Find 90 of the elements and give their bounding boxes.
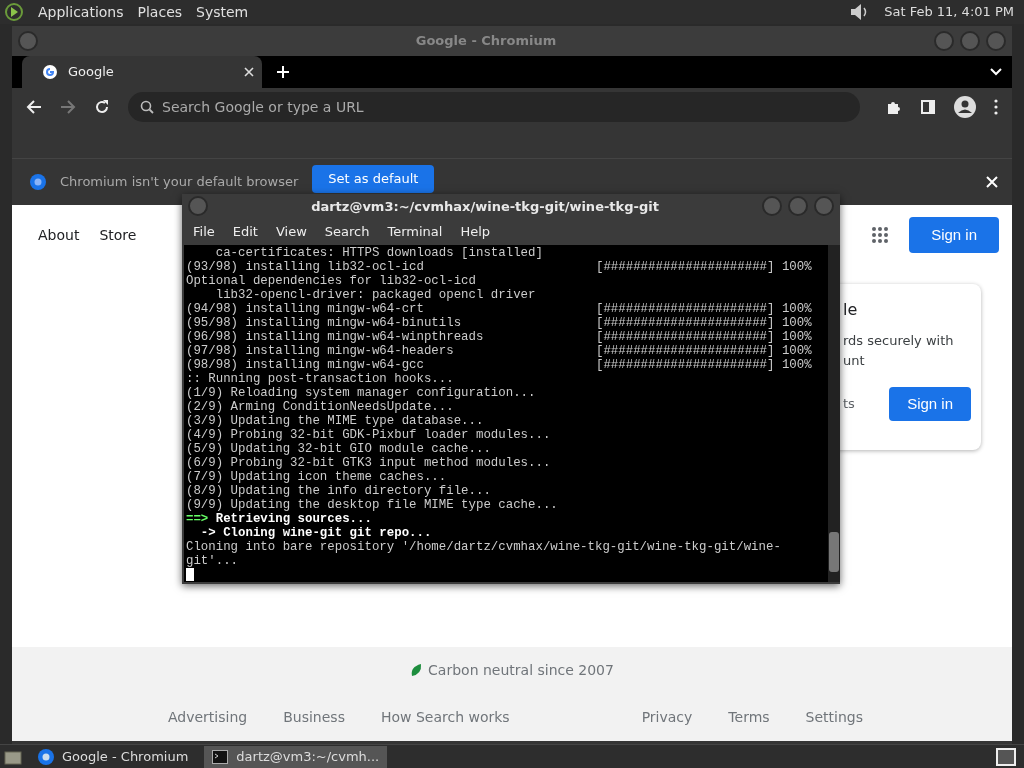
- terminal-line: (6/9) Probing 32-bit GTK3 input method modules...: [186, 456, 551, 470]
- google-icon: [42, 63, 58, 80]
- scrollbar[interactable]: [828, 245, 840, 582]
- progress-text: [######################]: [596, 358, 775, 372]
- forward-icon[interactable]: [60, 98, 76, 115]
- terminal-line: (3/9) Updating the MIME type database...: [186, 414, 484, 428]
- new-tab-icon[interactable]: [276, 64, 290, 79]
- card-heading: le: [843, 299, 859, 319]
- menu-item[interactable]: Search: [324, 224, 370, 240]
- leaf-icon: [410, 663, 423, 678]
- terminal-line: (2/9) Arming ConditionNeedsUpdate...: [186, 400, 454, 414]
- progress-text: [######################]: [596, 316, 775, 330]
- set-default-button[interactable]: Set as default: [312, 164, 435, 193]
- chromium-icon: [30, 173, 46, 190]
- percent-text: 100%: [780, 260, 812, 274]
- footer-link[interactable]: Privacy: [635, 709, 699, 726]
- menu-item[interactable]: File: [193, 224, 215, 240]
- terminal-line: (7/9) Updating icon theme caches...: [186, 470, 447, 484]
- apps-grid-icon[interactable]: [871, 225, 890, 244]
- menu-item[interactable]: Terminal: [387, 224, 443, 240]
- terminal-line: :: Running post-transaction hooks...: [186, 372, 454, 386]
- panel-menu[interactable]: Places: [137, 4, 183, 20]
- window-title: Google - Chromium: [414, 33, 558, 49]
- side-panel-icon[interactable]: [920, 98, 936, 115]
- menu-item[interactable]: View: [275, 224, 307, 240]
- clock[interactable]: Sat Feb 11, 4:01 PM: [884, 4, 1014, 20]
- sign-in-button[interactable]: Sign in: [889, 386, 971, 421]
- card-text: rds securely with: [843, 331, 955, 350]
- terminal-line: git'...: [186, 554, 239, 568]
- footer-link[interactable]: Advertising: [162, 709, 254, 726]
- terminal-line: (5/9) Updating 32-bit GIO module cache...: [186, 442, 491, 456]
- terminal-line: (94/98) installing mingw-w64-crt: [186, 302, 425, 316]
- reload-icon[interactable]: [94, 98, 110, 115]
- terminal-line: (95/98) installing mingw-w64-binutils: [186, 316, 463, 330]
- carbon-text: Carbon neutral since 2007: [428, 662, 614, 679]
- progress-text: [######################]: [596, 330, 775, 344]
- panel-menu[interactable]: System: [196, 4, 249, 20]
- terminal-line: (97/98) installing mingw-w64-headers: [186, 344, 455, 358]
- footer-link[interactable]: Settings: [799, 709, 869, 726]
- terminal-line: (4/9) Probing 32-bit GDK-Pixbuf loader modules...: [186, 428, 551, 442]
- desktop-icon[interactable]: [4, 748, 22, 765]
- terminal-line: (93/98) installing lib32-ocl-icd: [186, 260, 425, 274]
- terminal-line: Retrieving sources...: [214, 512, 372, 526]
- profile-icon[interactable]: [954, 95, 976, 118]
- logo-icon[interactable]: [4, 2, 24, 22]
- step-marker: ==>: [186, 512, 209, 526]
- percent-text: 100%: [780, 302, 812, 316]
- terminal-line: (9/9) Updating the desktop file MIME type cache...: [186, 498, 558, 512]
- terminal-line: (1/9) Reloading system manager configuration...: [186, 386, 536, 400]
- footer-link[interactable]: Business: [277, 709, 351, 726]
- terminal-line: Optional dependencies for lib32-ocl-icd: [186, 274, 476, 288]
- address-bar[interactable]: Search Google or type a URL: [128, 91, 860, 122]
- menu-item[interactable]: Edit: [232, 224, 258, 240]
- percent-text: 100%: [780, 316, 812, 330]
- back-icon[interactable]: [26, 98, 42, 115]
- footer-link[interactable]: Terms: [722, 709, 776, 726]
- taskbar-button[interactable]: dartz@vm3:~/cvmh...: [204, 745, 388, 768]
- sign-in-button[interactable]: Sign in: [909, 216, 999, 253]
- footer-link[interactable]: How Search works: [374, 709, 516, 726]
- percent-text: 100%: [780, 358, 812, 372]
- window-title: dartz@vm3:~/cvmhax/wine-tkg-git/wine-tkg-git: [310, 198, 660, 214]
- infobar-message: Chromium isn't your default browser: [60, 174, 299, 190]
- taskbar-button[interactable]: Google - Chromium: [30, 745, 197, 768]
- terminal-line: (98/98) installing mingw-w64-gcc: [186, 358, 425, 372]
- workspace-icon[interactable]: [996, 747, 1016, 766]
- terminal-line: (96/98) installing mingw-w64-winpthreads: [186, 330, 485, 344]
- terminal-line: (8/9) Updating the info directory file...: [186, 484, 491, 498]
- chevron-icon[interactable]: [990, 67, 1002, 76]
- percent-text: 100%: [780, 344, 812, 358]
- nav-link[interactable]: About: [38, 226, 80, 243]
- terminal-line: Cloning into bare repository '/home/dartz/cvmhax/wine-tkg-git/wine-tkg-git/wine-: [186, 540, 781, 554]
- search-icon: [140, 99, 154, 114]
- close-icon[interactable]: [244, 66, 254, 77]
- progress-text: [######################]: [596, 344, 775, 358]
- terminal-line: ca-certificates: HTTPS downloads [installed]: [214, 246, 543, 260]
- card-link[interactable]: ts: [843, 396, 855, 412]
- nav-link[interactable]: Store: [99, 226, 137, 243]
- panel-menu[interactable]: Applications: [38, 4, 124, 20]
- terminal-line: lib32-opencl-driver: packaged opencl driver: [214, 288, 536, 302]
- card-text: unt: [843, 351, 866, 370]
- menu-item[interactable]: Help: [460, 224, 491, 240]
- chromium-icon: [38, 748, 54, 765]
- progress-text: [######################]: [596, 302, 775, 316]
- browser-tab[interactable]: Google: [22, 55, 262, 88]
- percent-text: 100%: [780, 330, 812, 344]
- progress-text: [######################]: [596, 260, 775, 274]
- terminal-line: -> Cloning wine-git git repo...: [199, 526, 432, 540]
- menu-icon[interactable]: [994, 98, 998, 115]
- text-cursor: [186, 568, 194, 581]
- terminal-icon: [212, 749, 229, 764]
